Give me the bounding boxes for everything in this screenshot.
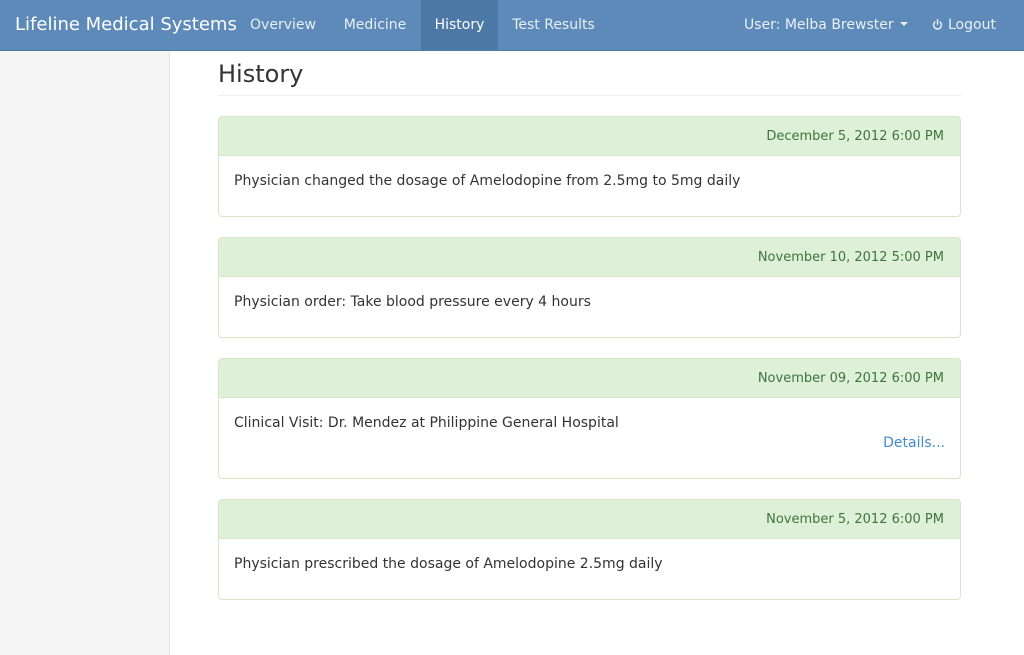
history-entry: November 10, 2012 5:00 PM Physician orde… bbox=[218, 237, 961, 338]
nav-tab-test-results[interactable]: Test Results bbox=[498, 0, 609, 50]
history-entry: November 5, 2012 6:00 PM Physician presc… bbox=[218, 499, 961, 600]
power-icon bbox=[932, 19, 943, 30]
details-link[interactable]: Details... bbox=[883, 433, 945, 453]
logout-button[interactable]: Logout bbox=[932, 0, 996, 50]
history-entry: November 09, 2012 6:00 PM Clinical Visit… bbox=[218, 358, 961, 479]
history-entry-text: Physician order: Take blood pressure eve… bbox=[234, 294, 591, 310]
history-entry-text: Physician prescribed the dosage of Amelo… bbox=[234, 556, 663, 572]
sidebar bbox=[0, 51, 170, 655]
brand-logo-text[interactable]: Lifeline Medical Systems bbox=[15, 0, 237, 50]
nav-tab-overview[interactable]: Overview bbox=[237, 0, 329, 50]
top-navbar: Lifeline Medical Systems Overview Medici… bbox=[0, 0, 1024, 51]
nav-tab-medicine[interactable]: Medicine bbox=[329, 0, 421, 50]
history-entry-date: December 5, 2012 6:00 PM bbox=[219, 117, 960, 156]
history-entry-text: Clinical Visit: Dr. Mendez at Philippine… bbox=[234, 415, 619, 431]
history-entry-date: November 10, 2012 5:00 PM bbox=[219, 238, 960, 277]
caret-down-icon bbox=[899, 22, 908, 26]
history-entry-date: November 5, 2012 6:00 PM bbox=[219, 500, 960, 539]
history-entry-text: Physician changed the dosage of Amelodop… bbox=[234, 173, 741, 189]
logout-label: Logout bbox=[948, 17, 996, 33]
page-title: History bbox=[218, 57, 961, 96]
user-menu-dropdown[interactable]: User: Melba Brewster bbox=[744, 0, 908, 50]
user-menu-label: User: Melba Brewster bbox=[744, 17, 894, 33]
nav-tab-history[interactable]: History bbox=[421, 0, 498, 50]
history-entry: December 5, 2012 6:00 PM Physician chang… bbox=[218, 116, 961, 217]
history-entry-date: November 09, 2012 6:00 PM bbox=[219, 359, 960, 398]
